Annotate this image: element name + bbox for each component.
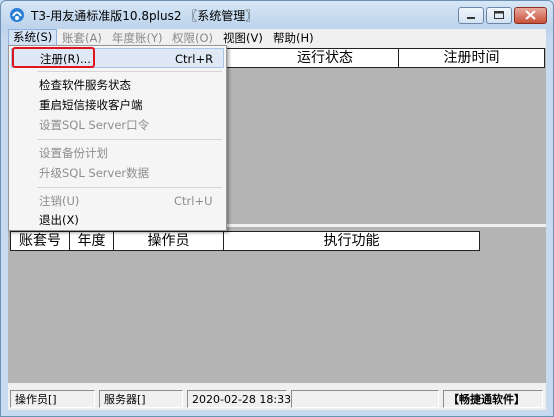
status-operator: 操作员[] xyxy=(10,390,95,408)
menu-help[interactable]: 帮助(H) xyxy=(269,30,318,46)
bottom-grid-header: 账套号 年度 操作员 执行功能 xyxy=(10,231,480,251)
menu-item-sql-password-label: 设置SQL Server口令 xyxy=(39,118,150,132)
column-register-time[interactable]: 注册时间 xyxy=(399,49,544,67)
menu-item-restart-sms[interactable]: 重启短信接收客户端 xyxy=(11,95,224,115)
column-operator[interactable]: 操作员 xyxy=(114,232,224,250)
minimize-icon xyxy=(467,17,475,19)
annotation-highlight-box xyxy=(12,47,95,68)
menu-item-restart-sms-label: 重启短信接收客户端 xyxy=(39,98,143,112)
menu-permission[interactable]: 权限(O) xyxy=(168,30,217,46)
window-title: T3-用友通标准版10.8plus2 〖系统管理〗 xyxy=(31,9,258,23)
menu-separator xyxy=(37,139,222,140)
menu-item-exit-label: 退出(X) xyxy=(39,213,79,227)
column-function[interactable]: 执行功能 xyxy=(224,232,479,250)
menu-account-set[interactable]: 账套(A) xyxy=(58,30,106,46)
menu-view[interactable]: 视图(V) xyxy=(219,30,267,46)
column-run-status[interactable]: 运行状态 xyxy=(252,49,399,67)
menu-item-exit[interactable]: 退出(X) xyxy=(11,210,224,230)
column-year[interactable]: 年度 xyxy=(70,232,114,250)
close-icon xyxy=(525,10,536,20)
menu-separator xyxy=(37,71,222,72)
status-datetime: 2020-02-28 18:33 xyxy=(187,390,291,408)
app-logo-icon xyxy=(10,8,24,22)
menu-item-backup-plan-label: 设置备份计划 xyxy=(39,146,108,160)
status-bar: 操作员[] 服务器[] 2020-02-28 18:33 【畅捷通软件】 xyxy=(8,388,546,410)
menu-item-logout-label: 注销(U) xyxy=(39,194,80,208)
menu-item-upgrade-sql-label: 升级SQL Server数据 xyxy=(39,166,150,180)
status-empty xyxy=(291,390,439,408)
maximize-button[interactable] xyxy=(486,7,512,24)
menu-item-check-service-label: 检查软件服务状态 xyxy=(39,78,131,92)
menu-item-upgrade-sql[interactable]: 升级SQL Server数据 xyxy=(11,163,224,183)
menu-item-register-shortcut: Ctrl+R xyxy=(175,52,214,66)
minimize-button[interactable] xyxy=(458,7,484,24)
menu-separator xyxy=(37,187,222,188)
menu-item-logout-shortcut: Ctrl+U xyxy=(174,194,213,208)
title-bar[interactable]: T3-用友通标准版10.8plus2 〖系统管理〗 xyxy=(1,1,553,29)
maximize-icon xyxy=(494,11,504,19)
menu-item-backup-plan[interactable]: 设置备份计划 xyxy=(11,143,224,163)
status-server: 服务器[] xyxy=(99,390,183,408)
menu-year-account[interactable]: 年度账(Y) xyxy=(108,30,167,46)
column-account-no[interactable]: 账套号 xyxy=(11,232,70,250)
system-menu-dropdown: 注册(R)... Ctrl+R 检查软件服务状态 重启短信接收客户端 设置SQL… xyxy=(8,45,227,231)
close-button[interactable] xyxy=(514,7,547,24)
menu-item-sql-password[interactable]: 设置SQL Server口令 xyxy=(11,115,224,135)
status-brand: 【畅捷通软件】 xyxy=(443,390,543,408)
menu-item-check-service[interactable]: 检查软件服务状态 xyxy=(11,75,224,95)
menu-item-logout[interactable]: 注销(U) Ctrl+U xyxy=(11,191,224,211)
